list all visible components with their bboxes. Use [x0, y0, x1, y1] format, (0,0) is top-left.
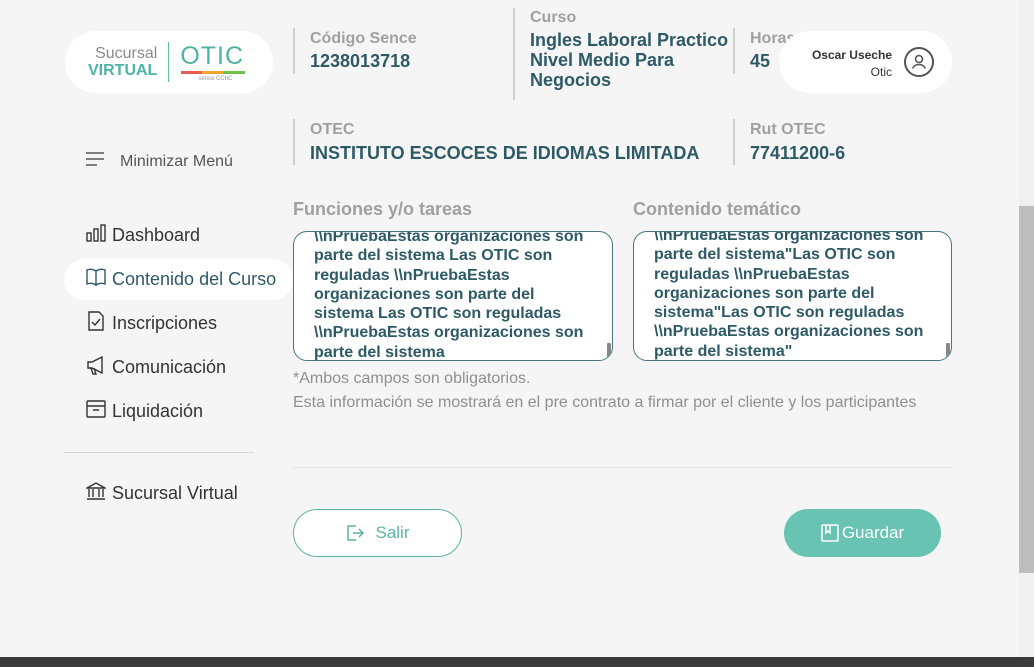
sidebar-item-inscripciones[interactable]: Inscripciones	[86, 304, 217, 342]
sidebar-item-label: Sucursal Virtual	[112, 482, 238, 503]
contenido-title: Contenido temático	[633, 199, 802, 219]
user-role: Otic	[870, 65, 892, 79]
user-circle-icon[interactable]	[904, 47, 934, 77]
codigo-value: 1238013718	[310, 51, 411, 71]
user-card[interactable]: Oscar Useche Otic	[779, 31, 952, 93]
logo-separator	[168, 42, 170, 82]
sidebar-item-dashboard[interactable]: Dashboard	[86, 216, 200, 254]
salir-button[interactable]: Salir	[293, 509, 462, 557]
funciones-text: \\nPruebaEstas organizaciones son parte …	[314, 231, 584, 361]
minimize-menu-label: Minimizar Menú	[120, 152, 233, 170]
sidebar-item-label: Comunicación	[112, 356, 227, 377]
otec-field: OTEC INSTITUTO ESCOCES DE IDIOMAS LIMITA…	[293, 119, 713, 165]
sidebar-item-label: Inscripciones	[112, 312, 218, 333]
bar-chart-icon	[86, 223, 106, 248]
funciones-textarea[interactable]: \\nPruebaEstas organizaciones son parte …	[293, 231, 613, 361]
sidebar-item-label: Liquidación	[112, 400, 204, 421]
guardar-button[interactable]: Guardar	[784, 509, 941, 557]
logo-color-bar	[181, 71, 246, 74]
logo-text: Sucursal VIRTUAL	[88, 45, 157, 79]
bank-icon	[84, 481, 108, 506]
logo-line1: Sucursal	[95, 45, 158, 62]
divider	[293, 467, 952, 468]
otec-label: OTEC	[310, 121, 355, 138]
user-name: Oscar Useche	[811, 48, 892, 62]
rut-otec-field: Rut OTEC 77411200-6	[733, 119, 933, 165]
required-note: *Ambos campos son obligatorios.	[293, 370, 531, 387]
logout-icon	[345, 523, 365, 543]
codigo-sence-field: Código Sence 1238013718	[293, 28, 493, 74]
resize-handle[interactable]	[607, 343, 611, 357]
sidebar-item-liquidacion[interactable]: Liquidación	[86, 392, 203, 430]
archive-box-icon	[86, 399, 106, 424]
logo-sub: sence CChC	[198, 76, 233, 82]
hamburger-icon	[86, 152, 104, 171]
guardar-label: Guardar	[841, 523, 905, 542]
funciones-title: Funciones y/o tareas	[293, 199, 473, 219]
page-scrollbar-thumb[interactable]	[1019, 206, 1034, 573]
bookmark-book-icon	[821, 524, 839, 542]
sidebar-divider	[64, 452, 254, 453]
curso-value: Ingles Laboral Practico Nivel Medio Para…	[530, 30, 729, 90]
sidebar-item-label: Contenido del Curso	[112, 268, 277, 289]
minimize-menu-button[interactable]: Minimizar Menú	[86, 152, 233, 171]
book-icon	[86, 267, 106, 292]
bottom-bar	[0, 657, 1034, 667]
otec-value: INSTITUTO ESCOCES DE IDIOMAS LIMITADA	[310, 143, 700, 163]
info-note: Esta información se mostrará en el pre c…	[293, 394, 917, 411]
curso-field: Curso Ingles Laboral Practico Nivel Medi…	[513, 8, 733, 100]
salir-label: Salir	[375, 523, 410, 542]
contenido-text: \\nPruebaEstas organizaciones son parte …	[654, 231, 924, 360]
sidebar-item-sucursal-virtual[interactable]: Sucursal Virtual	[84, 474, 238, 512]
resize-handle[interactable]	[946, 343, 950, 357]
logo-line2: VIRTUAL	[88, 62, 158, 79]
rut-value: 77411200-6	[750, 143, 846, 163]
document-check-icon	[86, 310, 106, 336]
contenido-textarea[interactable]: \\nPruebaEstas organizaciones son parte …	[633, 231, 952, 361]
megaphone-icon	[86, 355, 106, 380]
logo-card: Sucursal VIRTUAL OTIC sence CChC	[65, 31, 273, 93]
otic-logo: OTIC sence CChC	[180, 42, 246, 82]
rut-label: Rut OTEC	[750, 121, 826, 138]
otic-brand: OTIC	[180, 42, 245, 70]
codigo-label: Código Sence	[310, 30, 417, 47]
sidebar-item-label: Dashboard	[112, 224, 201, 245]
curso-label: Curso	[530, 9, 577, 26]
sidebar-item-contenido[interactable]: Contenido del Curso	[86, 260, 276, 298]
sidebar-item-comunicacion[interactable]: Comunicación	[86, 348, 226, 386]
